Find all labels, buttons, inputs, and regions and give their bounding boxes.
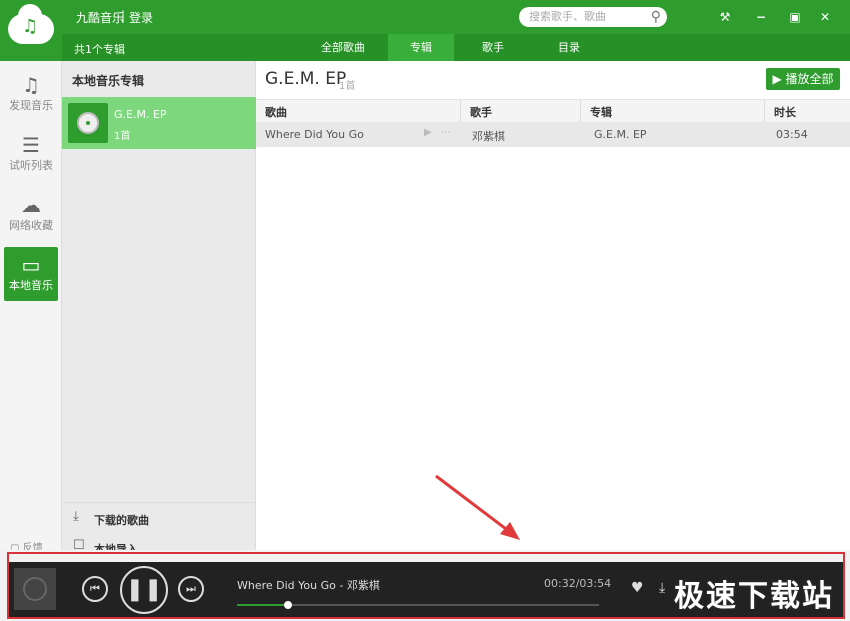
tab-artists[interactable]: 歌手 bbox=[466, 34, 520, 61]
cell-duration: 03:54 bbox=[776, 128, 808, 141]
nav-discover-music[interactable]: ♫ 发现音乐 bbox=[4, 67, 58, 121]
album-panel: 本地音乐专辑 G.E.M. EP 1首 ⤓ 下载的歌曲 ☐ 本地导入 bbox=[62, 61, 256, 556]
list-icon: ☰ bbox=[22, 133, 40, 157]
nav-label: 试听列表 bbox=[9, 159, 53, 172]
play-all-label: 播放全部 bbox=[785, 72, 834, 86]
cell-album[interactable]: G.E.M. EP bbox=[594, 128, 647, 141]
nav-cloud-favorites[interactable]: ☁ 网络收藏 bbox=[4, 187, 58, 241]
album-track-count: 1首 bbox=[114, 131, 131, 142]
watermark: 极速下载站 bbox=[674, 579, 834, 614]
cell-artist[interactable]: 邓紫棋 bbox=[472, 128, 505, 144]
downloaded-label: 下载的歌曲 bbox=[94, 514, 149, 527]
music-note-icon: ♫ bbox=[22, 73, 40, 97]
title-bar: 九酷音乐 | 登录 搜索歌手、歌曲 ⚲ ⚒ − ▣ ✕ bbox=[0, 0, 850, 34]
cloud-icon: ☁ bbox=[21, 193, 41, 217]
login-link[interactable]: 登录 bbox=[129, 9, 153, 26]
search-input[interactable]: 搜索歌手、歌曲 ⚲ bbox=[519, 7, 667, 27]
search-icon[interactable]: ⚲ bbox=[651, 7, 661, 27]
tab-all-songs[interactable]: 全部歌曲 bbox=[312, 34, 374, 61]
search-placeholder: 搜索歌手、歌曲 bbox=[529, 10, 606, 23]
tab-albums[interactable]: 专辑 bbox=[388, 34, 454, 61]
cloud-logo-icon: ♫ bbox=[8, 4, 54, 44]
column-header-artist[interactable]: 歌手 bbox=[470, 104, 492, 120]
cell-song: Where Did You Go bbox=[265, 128, 364, 141]
table-row[interactable]: Where Did You Go ▶ ⋯ 邓紫棋 G.E.M. EP 03:54 bbox=[256, 122, 850, 147]
more-icon[interactable]: ⋯ bbox=[441, 127, 451, 138]
play-row-icon[interactable]: ▶ bbox=[424, 127, 432, 138]
album-song-count: 1首 bbox=[339, 81, 356, 92]
panel-title: 本地音乐专辑 bbox=[72, 74, 145, 88]
album-cover bbox=[68, 103, 108, 143]
nav-label: 发现音乐 bbox=[9, 99, 53, 112]
annotation-arrow bbox=[435, 474, 520, 540]
album-name: G.E.M. EP bbox=[114, 108, 167, 121]
column-header-duration[interactable]: 时长 bbox=[774, 104, 796, 120]
column-divider[interactable] bbox=[580, 100, 581, 123]
tab-directory[interactable]: 目录 bbox=[542, 34, 596, 61]
downloaded-songs-item[interactable]: ⤓ 下载的歌曲 bbox=[62, 502, 256, 533]
close-icon[interactable]: ✕ bbox=[816, 8, 834, 26]
monitor-icon: ▭ bbox=[21, 253, 41, 277]
sub-toolbar: 共1个专辑 全部歌曲 专辑 歌手 目录 bbox=[62, 34, 850, 61]
album-count-label: 共1个专辑 bbox=[74, 43, 125, 56]
album-title: G.E.M. EP bbox=[265, 69, 347, 89]
download-icon: ⤓ bbox=[73, 509, 79, 524]
nav-local-music[interactable]: ▭ 本地音乐 bbox=[4, 247, 58, 301]
album-list-item[interactable]: G.E.M. EP 1首 bbox=[62, 97, 256, 149]
table-header: 歌曲 歌手 专辑 时长 bbox=[256, 99, 850, 124]
separator: | bbox=[121, 9, 126, 23]
left-nav: ♫ 发现音乐 ☰ 试听列表 ☁ 网络收藏 ▭ 本地音乐 ▢ 反馈 bbox=[0, 61, 62, 554]
restore-icon[interactable]: ▣ bbox=[786, 8, 804, 26]
nav-label: 本地音乐 bbox=[9, 279, 53, 292]
disc-icon bbox=[77, 112, 99, 134]
minimize-icon[interactable]: − bbox=[752, 8, 770, 26]
main-content: G.E.M. EP 1首 ▶ 播放全部 歌曲 歌手 专辑 时长 Where Di… bbox=[256, 61, 850, 550]
column-header-album[interactable]: 专辑 bbox=[590, 104, 612, 120]
column-header-song[interactable]: 歌曲 bbox=[265, 104, 287, 120]
nav-preview-list[interactable]: ☰ 试听列表 bbox=[4, 127, 58, 181]
play-icon: ▶ bbox=[772, 72, 782, 86]
column-divider[interactable] bbox=[460, 100, 461, 123]
app-logo: ♫ bbox=[0, 0, 62, 61]
app-name: 九酷音乐 bbox=[76, 11, 125, 25]
play-all-button[interactable]: ▶ 播放全部 bbox=[766, 68, 840, 90]
wrench-icon[interactable]: ⚒ bbox=[716, 8, 734, 26]
nav-label: 网络收藏 bbox=[9, 219, 53, 232]
column-divider[interactable] bbox=[764, 100, 765, 123]
